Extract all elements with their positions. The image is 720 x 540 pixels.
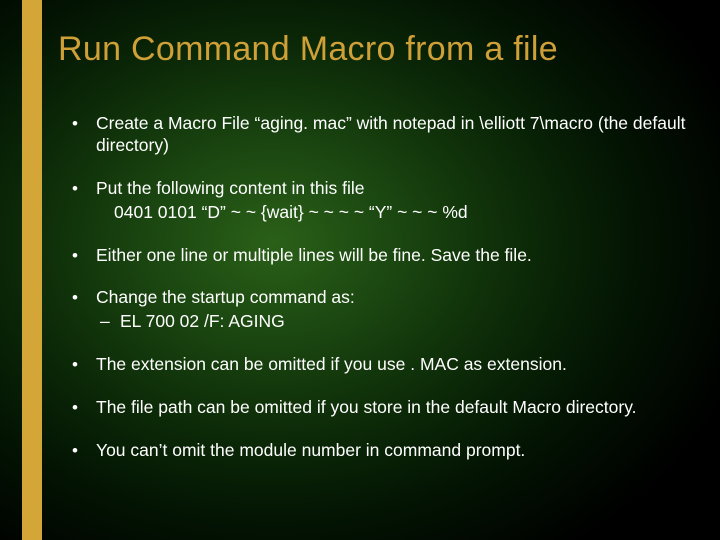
bullet-text: You can’t omit the module number in comm… <box>96 440 525 460</box>
bullet-subtext: 0401 0101 “D” ~ ~ {wait} ~ ~ ~ ~ “Y” ~ ~… <box>96 202 690 224</box>
bullet-subdash: EL 700 02 /F: AGING <box>96 311 690 333</box>
list-item: You can’t omit the module number in comm… <box>96 440 690 462</box>
bullet-text: The extension can be omitted if you use … <box>96 354 567 374</box>
slide-content: Run Command Macro from a file Create a M… <box>58 30 690 483</box>
list-item: Either one line or multiple lines will b… <box>96 245 690 267</box>
list-item: Change the startup command as: EL 700 02… <box>96 287 690 333</box>
bullet-text: Put the following content in this file <box>96 178 365 198</box>
bullet-list: Create a Macro File “aging. mac” with no… <box>58 113 690 462</box>
list-item: The extension can be omitted if you use … <box>96 354 690 376</box>
bullet-text: Change the startup command as: <box>96 287 355 307</box>
slide-title: Run Command Macro from a file <box>58 30 690 69</box>
bullet-text: Create a Macro File “aging. mac” with no… <box>96 113 685 155</box>
bullet-text: Either one line or multiple lines will b… <box>96 245 532 265</box>
list-item: Put the following content in this file 0… <box>96 178 690 224</box>
accent-bar <box>22 0 42 540</box>
bullet-text: The file path can be omitted if you stor… <box>96 397 637 417</box>
list-item: The file path can be omitted if you stor… <box>96 397 690 419</box>
list-item: Create a Macro File “aging. mac” with no… <box>96 113 690 157</box>
